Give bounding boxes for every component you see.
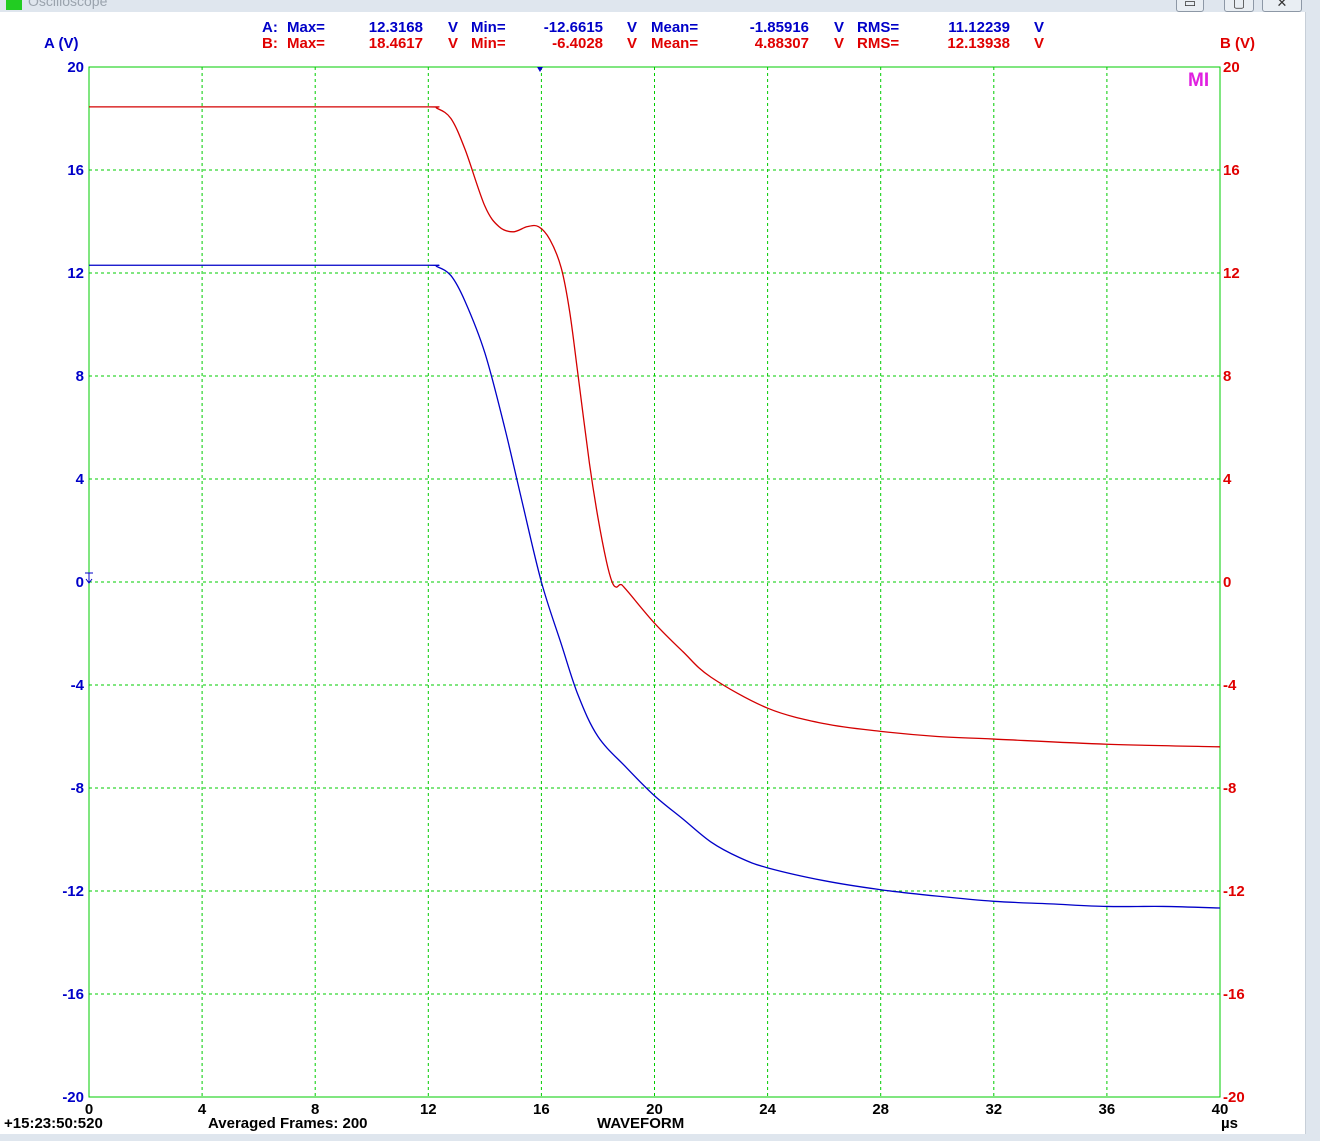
left-y-tick-label: 16	[67, 162, 84, 179]
right-y-tick-label: 16	[1223, 162, 1240, 179]
left-axis-title: A (V)	[44, 35, 78, 52]
stat-a-label: A:	[262, 19, 278, 36]
right-y-tick-label: -16	[1223, 986, 1245, 1003]
stat-b-max-label: Max=	[287, 35, 325, 52]
x-tick-label: 24	[759, 1101, 776, 1118]
x-tick-label: 36	[1099, 1101, 1116, 1118]
stat-a-min: -12.6615	[544, 19, 603, 36]
stats-row-a: A: Max= 12.3168 V Min= -12.6615 V Mean= …	[262, 19, 1044, 36]
stat-b-max: 18.4617	[369, 35, 423, 52]
left-y-tick-labels: 20 16 12 8 4 0 -4 -8 -12 -16 -20	[62, 59, 84, 1106]
right-y-tick-label: -8	[1223, 780, 1236, 797]
right-y-tick-labels: 20 16 12 8 4 0 -4 -8 -12 -16 -20	[1223, 59, 1245, 1106]
left-y-tick-label: -20	[62, 1089, 84, 1106]
left-y-tick-label: -8	[71, 780, 84, 797]
oscilloscope-chart: A: Max= 12.3168 V Min= -12.6615 V Mean= …	[4, 19, 1255, 1132]
right-y-tick-label: 4	[1223, 471, 1232, 488]
x-tick-label: 4	[198, 1101, 207, 1118]
stat-b-label: B:	[262, 35, 278, 52]
right-y-tick-label: 8	[1223, 368, 1231, 385]
stat-a-rms-unit: V	[1034, 19, 1044, 36]
right-y-tick-label: 20	[1223, 59, 1240, 76]
stat-a-rms-label: RMS=	[857, 19, 899, 36]
stat-a-max: 12.3168	[369, 19, 423, 36]
left-y-tick-label: -16	[62, 986, 84, 1003]
stat-b-mean: 4.88307	[755, 35, 809, 52]
x-tick-label: 12	[420, 1101, 437, 1118]
left-y-tick-label: 20	[67, 59, 84, 76]
stat-b-min-unit: V	[627, 35, 637, 52]
right-y-tick-label: -12	[1223, 883, 1245, 900]
grid-lines	[89, 67, 1220, 1097]
trigger-position-icon[interactable]	[537, 67, 543, 72]
left-y-tick-label: -12	[62, 883, 84, 900]
stat-b-mean-unit: V	[834, 35, 844, 52]
right-y-tick-label: 0	[1223, 574, 1231, 591]
right-y-tick-label: -20	[1223, 1089, 1245, 1106]
stat-b-rms-unit: V	[1034, 35, 1044, 52]
left-y-tick-label: 0	[76, 574, 84, 591]
measurement-marker-label: MI	[1188, 70, 1209, 91]
right-y-tick-label: 12	[1223, 265, 1240, 282]
stat-a-mean: -1.85916	[750, 19, 809, 36]
stat-b-mean-label: Mean=	[651, 35, 698, 52]
stat-a-mean-unit: V	[834, 19, 844, 36]
stat-a-rms: 11.12239	[948, 19, 1010, 36]
x-tick-label: 32	[985, 1101, 1002, 1118]
stats-row-b: B: Max= 18.4617 V Min= -6.4028 V Mean= 4…	[262, 35, 1044, 52]
stat-b-min: -6.4028	[552, 35, 603, 52]
right-y-tick-label: -4	[1223, 677, 1237, 694]
stat-a-max-unit: V	[448, 19, 458, 36]
left-y-tick-label: -4	[71, 677, 85, 694]
left-y-tick-label: 8	[76, 368, 84, 385]
left-y-tick-label: 12	[67, 265, 84, 282]
averaged-frames: Averaged Frames: 200	[208, 1115, 368, 1132]
stat-b-rms-label: RMS=	[857, 35, 899, 52]
stat-b-min-label: Min=	[471, 35, 506, 52]
window-frame-right	[1305, 12, 1320, 1141]
stat-b-max-unit: V	[448, 35, 458, 52]
left-y-tick-label: 4	[76, 471, 85, 488]
timestamp: +15:23:50:520	[4, 1115, 103, 1132]
stat-b-rms: 12.13938	[947, 35, 1010, 52]
x-axis-unit: µs	[1221, 1115, 1238, 1132]
stat-a-min-label: Min=	[471, 19, 506, 36]
stat-a-mean-label: Mean=	[651, 19, 698, 36]
right-axis-title: B (V)	[1220, 35, 1255, 52]
x-tick-label: 16	[533, 1101, 550, 1118]
display-mode: WAVEFORM	[597, 1115, 684, 1132]
window-frame-bottom	[0, 1134, 1320, 1141]
stat-a-min-unit: V	[627, 19, 637, 36]
x-tick-label: 28	[872, 1101, 889, 1118]
stat-a-max-label: Max=	[287, 19, 325, 36]
